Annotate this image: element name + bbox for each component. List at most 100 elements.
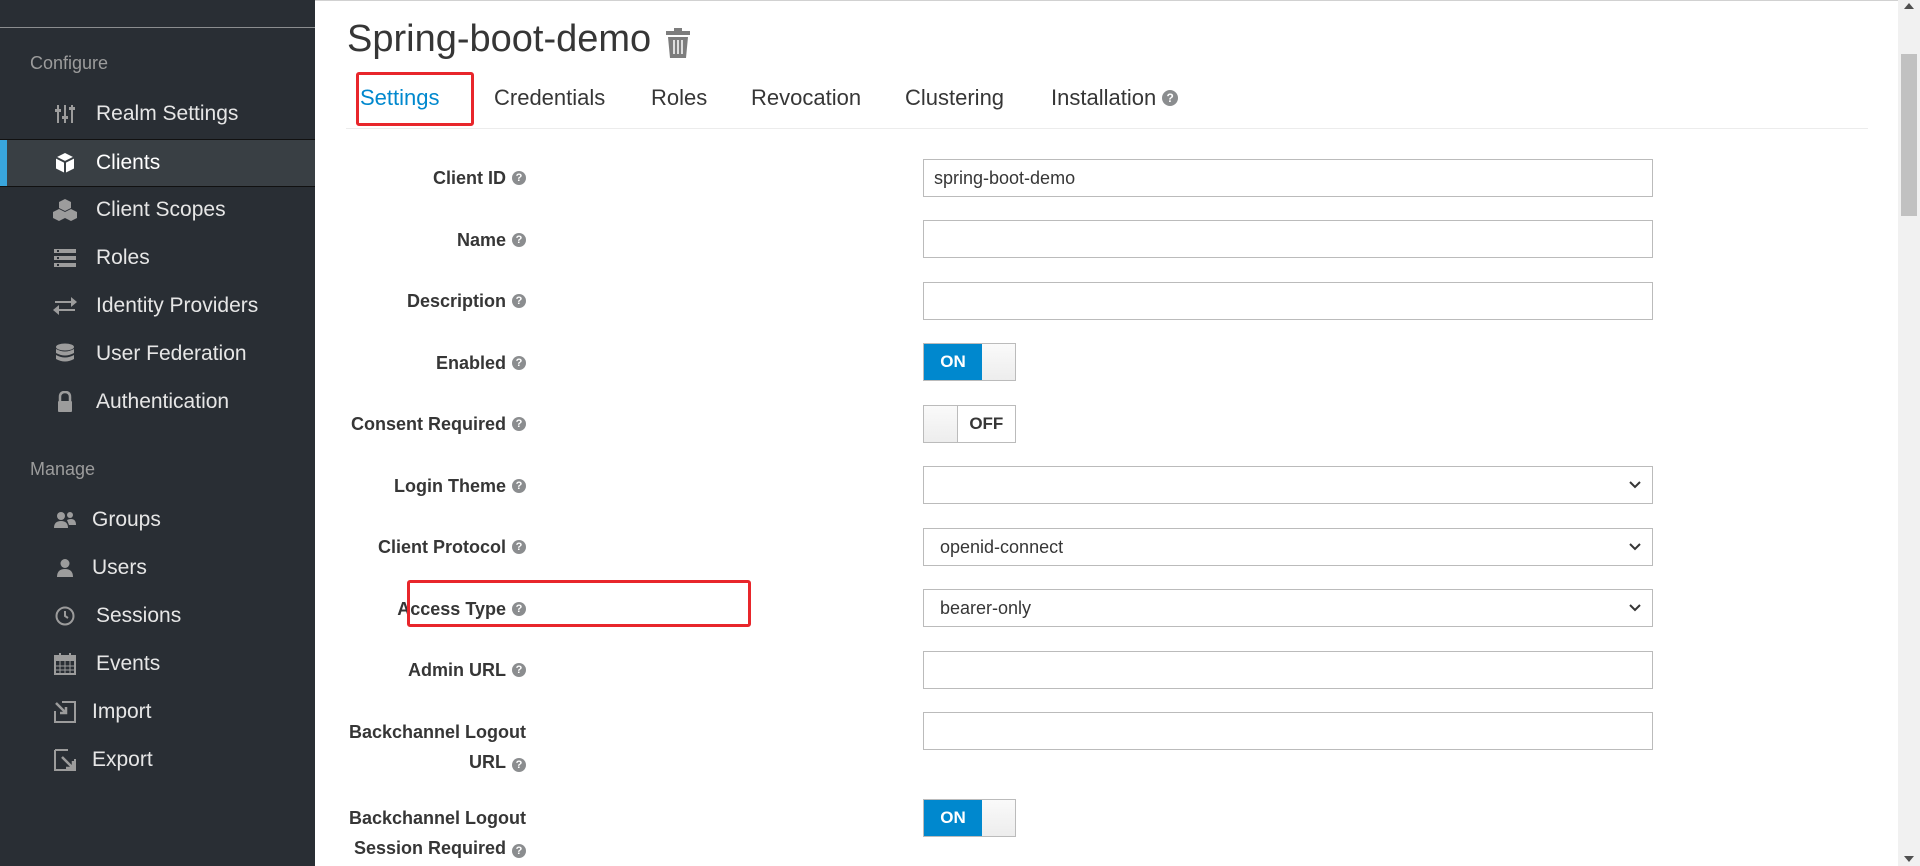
scroll-down-arrow-icon[interactable] <box>1904 856 1914 862</box>
sidebar-item-label: Import <box>92 700 152 723</box>
description-input[interactable] <box>923 282 1653 320</box>
help-icon: ? <box>512 602 526 616</box>
scrollbar-thumb[interactable] <box>1901 54 1917 216</box>
sidebar-item-export[interactable]: Export <box>0 737 315 783</box>
users-icon <box>52 509 78 531</box>
client-protocol-select[interactable]: openid-connect <box>923 528 1653 566</box>
client-protocol-label: Client Protocol? <box>378 535 526 559</box>
client-id-input[interactable]: spring-boot-demo <box>923 159 1653 197</box>
import-icon <box>52 701 78 723</box>
sliders-icon <box>52 103 78 125</box>
tab-revocation[interactable]: Revocation <box>751 72 861 124</box>
help-icon: ? <box>512 479 526 493</box>
label-text: Enabled <box>435 352 506 373</box>
calendar-icon <box>52 653 78 675</box>
help-icon: ? <box>512 844 526 858</box>
login-theme-select[interactable] <box>923 466 1653 504</box>
backchannel-logout-url-label: Backchannel Logout URL? <box>349 717 526 777</box>
chevron-down-icon <box>1628 599 1642 622</box>
label-text: Consent Required <box>350 413 506 434</box>
label-text: Name <box>456 229 506 250</box>
exchange-icon <box>52 295 78 317</box>
sidebar-item-events[interactable]: Events <box>0 641 315 687</box>
enabled-label: Enabled? <box>436 351 526 375</box>
tab-settings[interactable]: Settings <box>360 72 440 124</box>
scroll-up-arrow-icon[interactable] <box>1904 3 1914 9</box>
cubes-icon <box>52 199 78 221</box>
sidebar-item-identity-providers[interactable]: Identity Providers <box>0 283 315 329</box>
help-icon: ? <box>512 540 526 554</box>
database-icon <box>52 343 78 365</box>
consent-required-toggle[interactable]: OFF <box>923 405 1016 443</box>
trash-icon[interactable] <box>665 28 691 63</box>
help-icon: ? <box>512 233 526 247</box>
chevron-down-icon <box>1628 476 1642 499</box>
help-icon: ? <box>512 663 526 677</box>
sidebar-item-label: Clients <box>96 151 161 174</box>
label-text: URL <box>469 752 506 772</box>
sidebar-item-label: Groups <box>92 508 161 531</box>
cube-icon <box>52 152 78 174</box>
label-text: Admin URL <box>408 659 506 680</box>
backchannel-logout-session-toggle[interactable]: ON <box>923 799 1016 837</box>
user-icon <box>52 557 78 579</box>
sidebar-item-label: User Federation <box>96 342 247 365</box>
sidebar-item-groups[interactable]: Groups <box>0 497 315 543</box>
client-id-label: Client ID? <box>433 166 526 190</box>
sidebar-item-roles[interactable]: Roles <box>0 235 315 281</box>
sidebar-item-clients[interactable]: Clients <box>0 139 315 187</box>
sidebar-item-label: Authentication <box>96 390 230 413</box>
tab-clustering[interactable]: Clustering <box>905 72 1004 124</box>
sidebar-item-user-federation[interactable]: User Federation <box>0 331 315 377</box>
tab-bar: Settings Credentials Roles Revocation Cl… <box>346 72 1868 129</box>
tab-credentials[interactable]: Credentials <box>494 72 605 124</box>
help-icon: ? <box>1162 90 1179 106</box>
label-text: Backchannel Logout <box>348 808 526 828</box>
label-text: Description <box>406 290 506 311</box>
help-icon: ? <box>512 758 526 772</box>
label-text: Client Protocol <box>377 536 506 557</box>
name-label: Name? <box>457 228 526 252</box>
label-text: Client ID <box>432 167 506 188</box>
label-text: Login Theme <box>394 475 506 496</box>
toggle-state: OFF <box>957 406 1015 442</box>
sidebar-item-realm-settings[interactable]: Realm Settings <box>0 91 315 137</box>
toggle-knob <box>924 406 958 442</box>
sidebar-item-users[interactable]: Users <box>0 545 315 591</box>
section-title-manage: Manage <box>30 459 96 479</box>
export-icon <box>52 749 78 771</box>
description-label: Description? <box>407 289 526 313</box>
sidebar-item-label: Client Scopes <box>96 198 226 221</box>
enabled-toggle[interactable]: ON <box>923 343 1016 381</box>
select-value: openid-connect <box>940 536 1064 557</box>
page-title: Spring-boot-demo <box>347 18 652 60</box>
tab-roles[interactable]: Roles <box>651 72 707 124</box>
sidebar-item-authentication[interactable]: Authentication <box>0 379 315 425</box>
select-value: bearer-only <box>940 597 1032 618</box>
access-type-label: Access Type? <box>397 597 526 621</box>
toggle-knob <box>982 344 1015 380</box>
login-theme-label: Login Theme? <box>394 474 526 498</box>
backchannel-logout-url-input[interactable] <box>923 712 1653 750</box>
chevron-down-icon <box>1628 538 1642 561</box>
consent-required-label: Consent Required? <box>351 412 526 436</box>
sidebar-item-sessions[interactable]: Sessions <box>0 593 315 639</box>
help-icon: ? <box>512 171 526 185</box>
toggle-state: ON <box>924 344 982 380</box>
vertical-scrollbar[interactable] <box>1898 0 1920 866</box>
sidebar-item-client-scopes[interactable]: Client Scopes <box>0 187 315 233</box>
toggle-knob <box>982 800 1015 836</box>
sidebar-item-import[interactable]: Import <box>0 689 315 735</box>
sidebar-item-label: Users <box>92 556 147 579</box>
help-icon: ? <box>512 294 526 308</box>
name-input[interactable] <box>923 220 1653 258</box>
admin-url-input[interactable] <box>923 651 1653 689</box>
sidebar-item-label: Identity Providers <box>96 294 259 317</box>
sidebar-divider <box>0 27 315 28</box>
access-type-select[interactable]: bearer-only <box>923 589 1653 627</box>
sidebar-item-label: Roles <box>96 246 150 269</box>
tab-installation[interactable]: Installation ? <box>1051 72 1179 124</box>
toggle-state: ON <box>924 800 982 836</box>
sidebar-item-label: Realm Settings <box>96 102 239 125</box>
label-text: Access Type <box>397 598 506 619</box>
